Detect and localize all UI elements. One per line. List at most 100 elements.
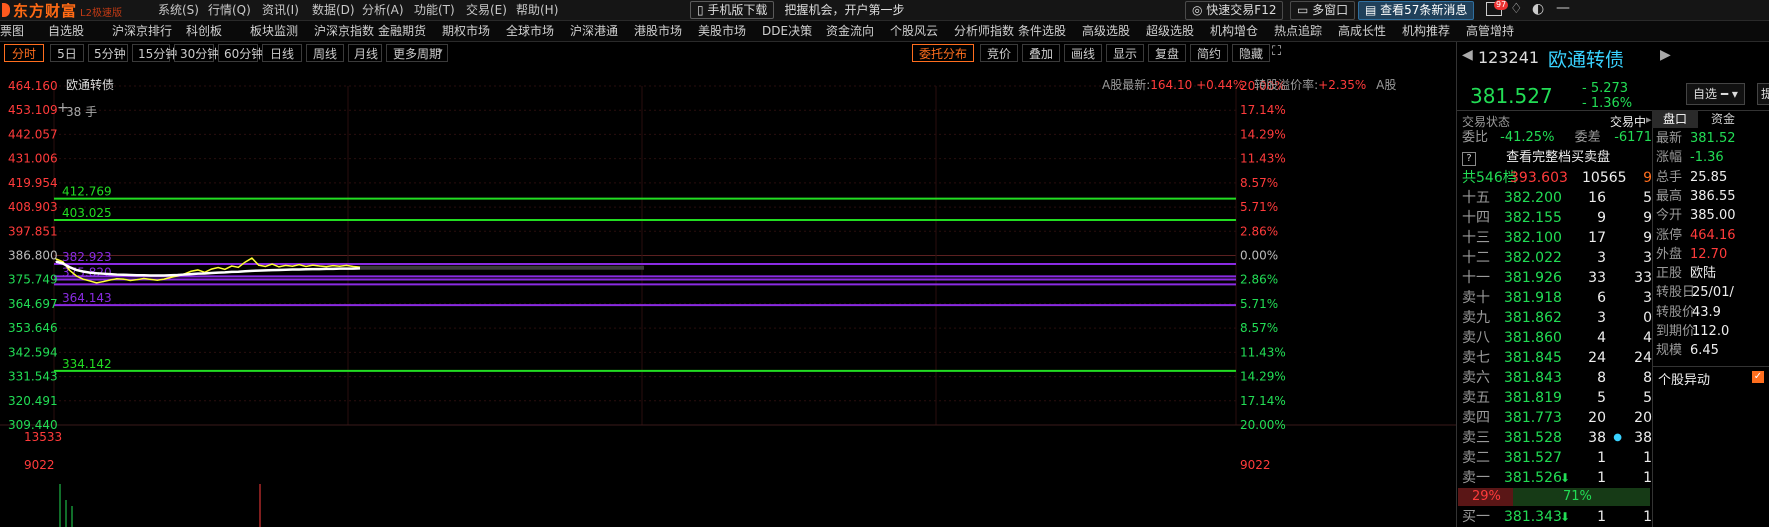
price-point (197, 273, 199, 275)
period-button-7[interactable]: 周线 (306, 44, 344, 62)
status-collapse-icon[interactable]: ▸ (1646, 113, 1652, 126)
price-point (298, 264, 300, 266)
period-button-0[interactable]: 分时 (4, 44, 44, 62)
level-vol: 1 (1597, 470, 1606, 486)
menu-item-1[interactable]: 行情(Q) (208, 0, 251, 20)
multi-window-button[interactable]: ▭ 多窗口 (1290, 1, 1356, 20)
stock-name[interactable]: 欧通转债 (1548, 45, 1624, 72)
order-book-row: 卖八 381.860 4 4 (1462, 328, 1652, 348)
nav-item-8[interactable]: 全球市场 (506, 21, 554, 41)
tab-order-book[interactable]: 盘口 (1652, 110, 1698, 128)
diff-value: -6171 (1614, 130, 1652, 145)
nav-item-23[interactable]: 高管增持 (1466, 21, 1514, 41)
menu-item-3[interactable]: 数据(D) (312, 0, 355, 20)
more-period-dropdown-icon[interactable]: ▾ (438, 47, 443, 57)
period-button-4[interactable]: 30分钟 (174, 44, 219, 62)
nav-item-6[interactable]: 金融期货 (378, 21, 426, 41)
price-tick: 320.491 (8, 394, 58, 408)
fullscreen-icon[interactable]: ⛶ (1272, 44, 1281, 59)
price-point (204, 272, 206, 275)
reference-line-label: 412.769 (62, 185, 112, 199)
movement-checkbox[interactable]: ✓ (1752, 371, 1764, 383)
menu-item-2[interactable]: 资讯(I) (262, 0, 299, 20)
crosshair-icon[interactable]: + (57, 100, 69, 116)
period-button-1[interactable]: 5日 (50, 44, 84, 62)
stat-label: 涨幅 (1656, 150, 1683, 166)
nav-item-14[interactable]: 个股风云 (890, 21, 938, 41)
period-button-2[interactable]: 5分钟 (88, 44, 128, 62)
menu-item-4[interactable]: 分析(A) (362, 0, 404, 20)
full-book-link[interactable]: 查看完整档买卖盘 (1506, 150, 1610, 165)
mobile-download-button[interactable]: ▯ 手机版下载 (690, 1, 775, 19)
nav-item-22[interactable]: 机构推荐 (1402, 21, 1450, 41)
prev-stock-icon[interactable]: ◀ (1462, 47, 1473, 63)
price-point (352, 265, 354, 268)
price-point (217, 266, 219, 269)
menu-item-6[interactable]: 交易(E) (466, 0, 507, 20)
chart-tool-3[interactable]: 画线 (1064, 44, 1102, 62)
nav-item-0[interactable]: 票图 (0, 21, 24, 41)
notification-bell-icon[interactable]: ♢ (1510, 1, 1523, 17)
chart-tool-1[interactable]: 竞价 (980, 44, 1018, 62)
percent-tick: 5.71% (1240, 200, 1278, 214)
period-button-3[interactable]: 15分钟 (132, 44, 177, 62)
chart-tool-7[interactable]: 隐藏 (1232, 44, 1270, 62)
nav-item-17[interactable]: 高级选股 (1082, 21, 1130, 41)
stat-label: 到期价 (1656, 324, 1696, 339)
skin-icon[interactable]: ◐ (1532, 1, 1544, 17)
tab-funds[interactable]: 资金 (1700, 110, 1746, 128)
chart-tool-0[interactable]: 委托分布 (912, 44, 974, 62)
change-pct: - 1.36% (1582, 96, 1633, 111)
promo-slogan[interactable]: 把握机会，开户第一步 (784, 0, 904, 20)
quick-trade-button[interactable]: ◎ 快速交易F12 (1185, 1, 1284, 20)
order-book-row: 十三 382.100 17 9 (1462, 228, 1652, 248)
price-point (89, 280, 91, 282)
price-point (318, 268, 321, 270)
nav-item-11[interactable]: 美股市场 (698, 21, 746, 41)
level-count: 4 (1643, 330, 1652, 346)
full-book-row[interactable]: ? 查看完整档买卖盘 (1462, 149, 1652, 167)
chart-tool-4[interactable]: 显示 (1106, 44, 1144, 62)
period-button-6[interactable]: 日线 (262, 44, 302, 62)
nav-item-15[interactable]: 分析师指数 (954, 21, 1014, 41)
intraday-chart[interactable]: 412.769403.025382.923375.820364.143334.1… (0, 64, 1456, 527)
nav-item-18[interactable]: 超级选股 (1146, 21, 1194, 41)
panel-extra-button[interactable]: 提 (1757, 83, 1769, 105)
news-button[interactable]: ▤ 查看57条新消息 (1358, 1, 1475, 20)
chart-tool-6[interactable]: 简约 (1190, 44, 1228, 62)
nav-item-4[interactable]: 板块监测 (250, 21, 298, 41)
nav-item-21[interactable]: 高成长性 (1338, 21, 1386, 41)
level-count: 1 (1643, 470, 1652, 486)
level-price: 382.100 (1504, 230, 1562, 246)
level-price: 381.926 (1504, 270, 1562, 286)
nav-item-1[interactable]: 自选股 (48, 21, 84, 41)
mobile-download-label: 手机版下载 (707, 3, 768, 17)
nav-item-10[interactable]: 港股市场 (634, 21, 682, 41)
nav-item-12[interactable]: DDE决策 (762, 21, 812, 41)
diff-label: 委差 (1574, 130, 1601, 145)
next-stock-icon[interactable]: ▶ (1660, 47, 1671, 63)
period-button-5[interactable]: 60分钟 (218, 44, 263, 62)
minimize-window-icon[interactable]: — (1556, 0, 1570, 16)
self-pick-button[interactable]: 自选 ━ ▾ (1686, 83, 1745, 105)
price-point (325, 268, 327, 270)
level-price: 381.773 (1504, 410, 1562, 426)
nav-item-9[interactable]: 沪深港通 (570, 21, 618, 41)
chart-tool-5[interactable]: 复盘 (1148, 44, 1186, 62)
nav-item-16[interactable]: 条件选股 (1018, 21, 1066, 41)
nav-item-3[interactable]: 科创板 (186, 21, 222, 41)
nav-item-13[interactable]: 资金流向 (826, 21, 874, 41)
menu-item-5[interactable]: 功能(T) (414, 0, 455, 20)
nav-item-19[interactable]: 机构增仓 (1210, 21, 1258, 41)
price-point (190, 270, 192, 272)
help-icon[interactable]: ? (1462, 152, 1476, 166)
menu-item-7[interactable]: 帮助(H) (516, 0, 558, 20)
period-button-8[interactable]: 月线 (348, 44, 382, 62)
nav-item-2[interactable]: 沪深京排行 (112, 21, 172, 41)
nav-item-20[interactable]: 热点追踪 (1274, 21, 1322, 41)
nav-item-5[interactable]: 沪深京指数 (314, 21, 374, 41)
nav-item-7[interactable]: 期权市场 (442, 21, 490, 41)
chart-tool-2[interactable]: 叠加 (1022, 44, 1060, 62)
menu-item-0[interactable]: 系统(S) (158, 0, 199, 20)
price-point (95, 272, 98, 274)
